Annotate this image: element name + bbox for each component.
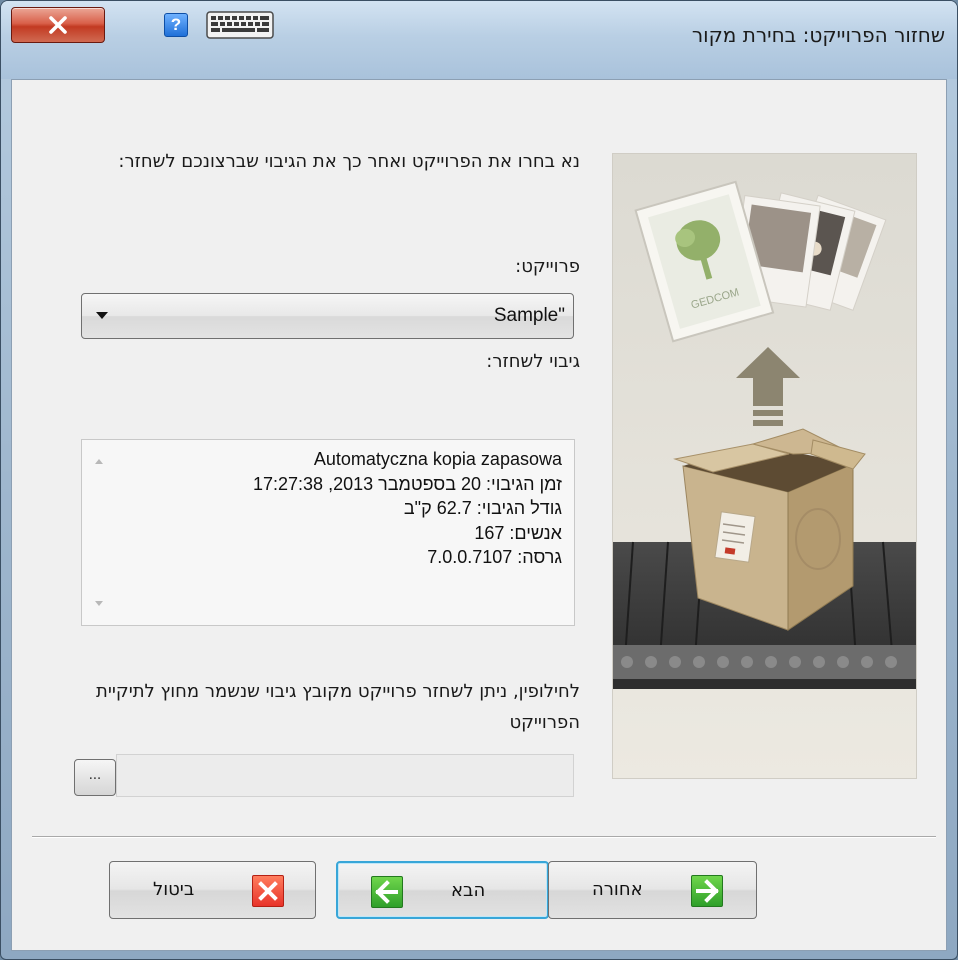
list-scrollbar[interactable] xyxy=(82,440,116,625)
arrow-left-icon xyxy=(371,876,403,908)
backup-list[interactable]: Automatyczna kopia zapasowa זמן הגיבוי: … xyxy=(81,439,575,626)
backup-label: גיבוי לשחזר: xyxy=(486,351,580,372)
close-icon xyxy=(49,16,67,34)
backup-time: זמן הגיבוי: 20 בספטמבר 2013, 17:27:38 xyxy=(252,473,562,494)
cancel-icon xyxy=(252,875,284,907)
scroll-up-icon[interactable] xyxy=(95,459,103,464)
project-label: פרוייקט: xyxy=(515,256,580,277)
backup-list-item[interactable]: Automatyczna kopia zapasowa זמן הגיבוי: … xyxy=(253,447,562,570)
backup-size: גודל הגיבוי: 62.7 ק"ב xyxy=(403,498,562,518)
project-dropdown[interactable]: "Sample xyxy=(81,293,574,339)
instruction-text: נא בחרו את הפרוייקט ואחר כך את הגיבוי שב… xyxy=(118,151,580,172)
keyboard-button[interactable] xyxy=(206,11,274,39)
dropdown-arrow-icon[interactable] xyxy=(96,312,108,319)
help-icon: ? xyxy=(170,15,182,34)
project-dropdown-value: "Sample xyxy=(493,305,565,326)
backup-people: אנשים: 167 xyxy=(474,522,562,543)
next-button[interactable]: הבא xyxy=(336,861,549,919)
back-button[interactable]: אחורה xyxy=(548,861,757,919)
backup-name: Automatyczna kopia zapasowa xyxy=(313,449,562,469)
keyboard-icon xyxy=(206,11,274,39)
next-button-label: הבא xyxy=(451,880,486,901)
close-button[interactable] xyxy=(11,7,105,43)
help-button[interactable]: ? xyxy=(164,13,188,37)
cancel-button[interactable]: ביטול xyxy=(109,861,316,919)
dialog-client-area: נא בחרו את הפרוייקט ואחר כך את הגיבוי שב… xyxy=(11,79,947,951)
title-bar: ? שחזור הפרוייקט: בחירת מקור xyxy=(1,1,957,79)
alternative-restore-text: לחילופין, ניתן לשחזר פרוייקט מקובץ גיבוי… xyxy=(96,681,580,733)
backup-version: גרסה: 7.0.0.7107 xyxy=(427,547,562,567)
backup-file-path-field[interactable] xyxy=(116,754,574,797)
cancel-button-label: ביטול xyxy=(153,879,195,900)
restore-project-dialog: ? שחזור הפרוייקט: בחירת מקור נא בחרו את … xyxy=(0,0,958,960)
back-button-label: אחורה xyxy=(592,879,643,900)
restore-illustration: GEDCOM xyxy=(612,153,917,779)
browse-button[interactable]: ... xyxy=(74,759,116,796)
scroll-down-icon[interactable] xyxy=(95,601,103,606)
arrow-right-icon xyxy=(691,875,723,907)
window-title: שחזור הפרוייקט: בחירת מקור xyxy=(691,23,945,47)
footer-separator xyxy=(32,836,936,838)
restore-box-illustration: GEDCOM xyxy=(613,154,916,778)
